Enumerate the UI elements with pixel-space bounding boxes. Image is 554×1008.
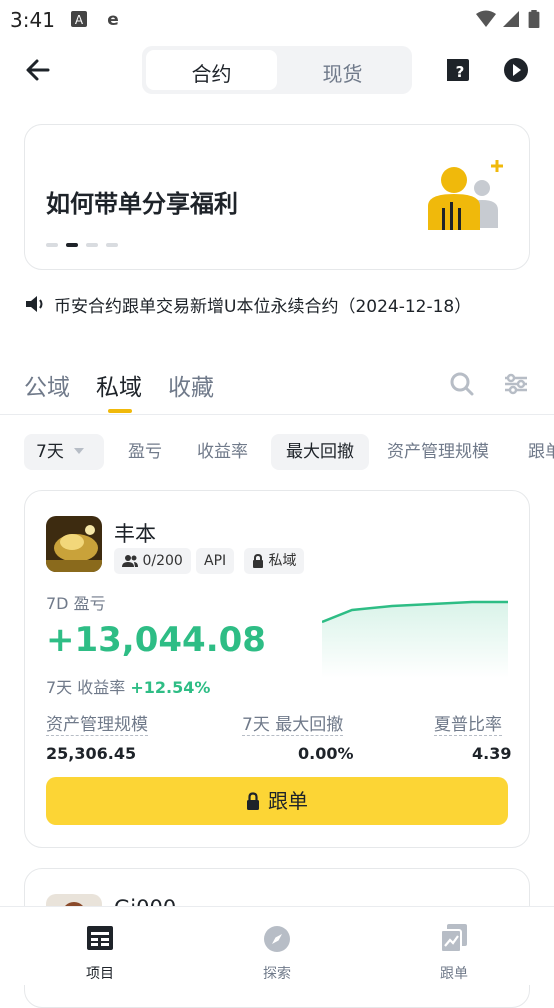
roi-label: 7天 收益率 [46, 678, 126, 697]
sort-pnl[interactable]: 盈亏 [128, 434, 162, 470]
lock-icon [247, 791, 259, 810]
follow-button-label: 跟单 [268, 789, 308, 813]
max-drawdown-label[interactable]: 7天 最大回撤 [242, 710, 344, 736]
pnl-value: +13,044.08 [46, 620, 266, 660]
trader-name[interactable]: Gi000 [114, 896, 176, 906]
status-bar: 3:41 A e [0, 0, 554, 38]
lock-icon [253, 553, 263, 568]
roi-row: 7天 收益率 +12.54% [46, 674, 210, 698]
aum-value: 25,306.45 [46, 744, 137, 763]
signal-icon [503, 11, 519, 27]
sort-max-drawdown[interactable]: 最大回撤 [271, 434, 369, 470]
nav-copy-trade-label: 跟单 [440, 966, 468, 982]
tab-public[interactable]: 公域 [24, 368, 70, 402]
sort-copiers[interactable]: 跟单 [528, 434, 554, 470]
sharpe-label[interactable]: 夏普比率 [434, 710, 502, 736]
max-drawdown-value: 0.00% [298, 744, 354, 763]
pnl-sparkline [322, 600, 508, 678]
pnl-label: 7D 盈亏 [46, 594, 106, 613]
follow-button[interactable]: 跟单 [46, 777, 508, 825]
announcement-text[interactable]: 币安合约跟单交易新增U本位永续合约（2024-12-18） [54, 292, 471, 317]
divider [0, 414, 554, 415]
tab-spot[interactable]: 现货 [277, 58, 408, 87]
followers-count: 0/200 [142, 553, 183, 569]
banner-title: 如何带单分享福利 [46, 190, 238, 218]
period-value: 7天 [36, 442, 64, 462]
chevron-down-icon [74, 448, 84, 454]
bottom-nav: 项目 探索 跟单 [0, 906, 554, 985]
nav-projects[interactable]: 项目 [40, 907, 160, 985]
back-arrow-icon[interactable] [22, 54, 54, 86]
aum-label[interactable]: 资产管理规模 [46, 710, 148, 736]
compass-icon [264, 926, 290, 952]
users-icon [122, 555, 138, 567]
banner-dot-active [66, 243, 78, 247]
sort-aum[interactable]: 资产管理规模 [387, 434, 489, 470]
play-video-icon[interactable] [502, 56, 530, 84]
tab-favorites[interactable]: 收藏 [168, 368, 214, 402]
tab-futures[interactable]: 合约 [146, 58, 277, 87]
sharpe-value: 4.39 [472, 744, 512, 763]
nav-explore-label: 探索 [263, 966, 291, 982]
guide-book-icon[interactable]: ? [444, 56, 472, 84]
battery-icon [528, 10, 540, 28]
speaker-icon [26, 296, 43, 312]
svg-text:e: e [107, 10, 119, 28]
banner-dot [86, 243, 98, 247]
sort-roi[interactable]: 收益率 [197, 434, 248, 470]
followers-tag: 0/200 [114, 548, 191, 574]
svg-text:A: A [75, 13, 84, 27]
nav-explore[interactable]: 探索 [217, 907, 337, 985]
trader-name[interactable]: 丰本 [114, 518, 156, 548]
roi-value: +12.54% [130, 678, 211, 697]
list-icon [87, 926, 113, 950]
tab-private[interactable]: 私域 [96, 368, 142, 402]
svg-text:?: ? [456, 63, 465, 81]
nav-projects-label: 项目 [86, 966, 114, 982]
avatar[interactable] [46, 516, 102, 572]
browser-e-icon: e [107, 10, 119, 28]
nav-copy-trade[interactable]: 跟单 [394, 907, 514, 985]
banner-dot [46, 243, 58, 247]
status-time: 3:41 [10, 8, 55, 32]
follow-button-content: 跟单 [46, 777, 508, 825]
private-tag-label: 私域 [268, 553, 297, 569]
period-select[interactable]: 7天 [24, 434, 104, 470]
filter-sliders-icon[interactable] [502, 370, 530, 398]
font-a-icon: A [71, 11, 87, 27]
tab-indicator [108, 409, 132, 413]
banner-dot [106, 243, 118, 247]
lead-trader-illustration-icon [428, 160, 503, 230]
chart-copy-icon [440, 924, 467, 953]
private-tag: 私域 [244, 548, 305, 574]
wifi-icon [476, 10, 496, 27]
api-tag: API [196, 548, 235, 574]
search-icon[interactable] [448, 370, 476, 398]
